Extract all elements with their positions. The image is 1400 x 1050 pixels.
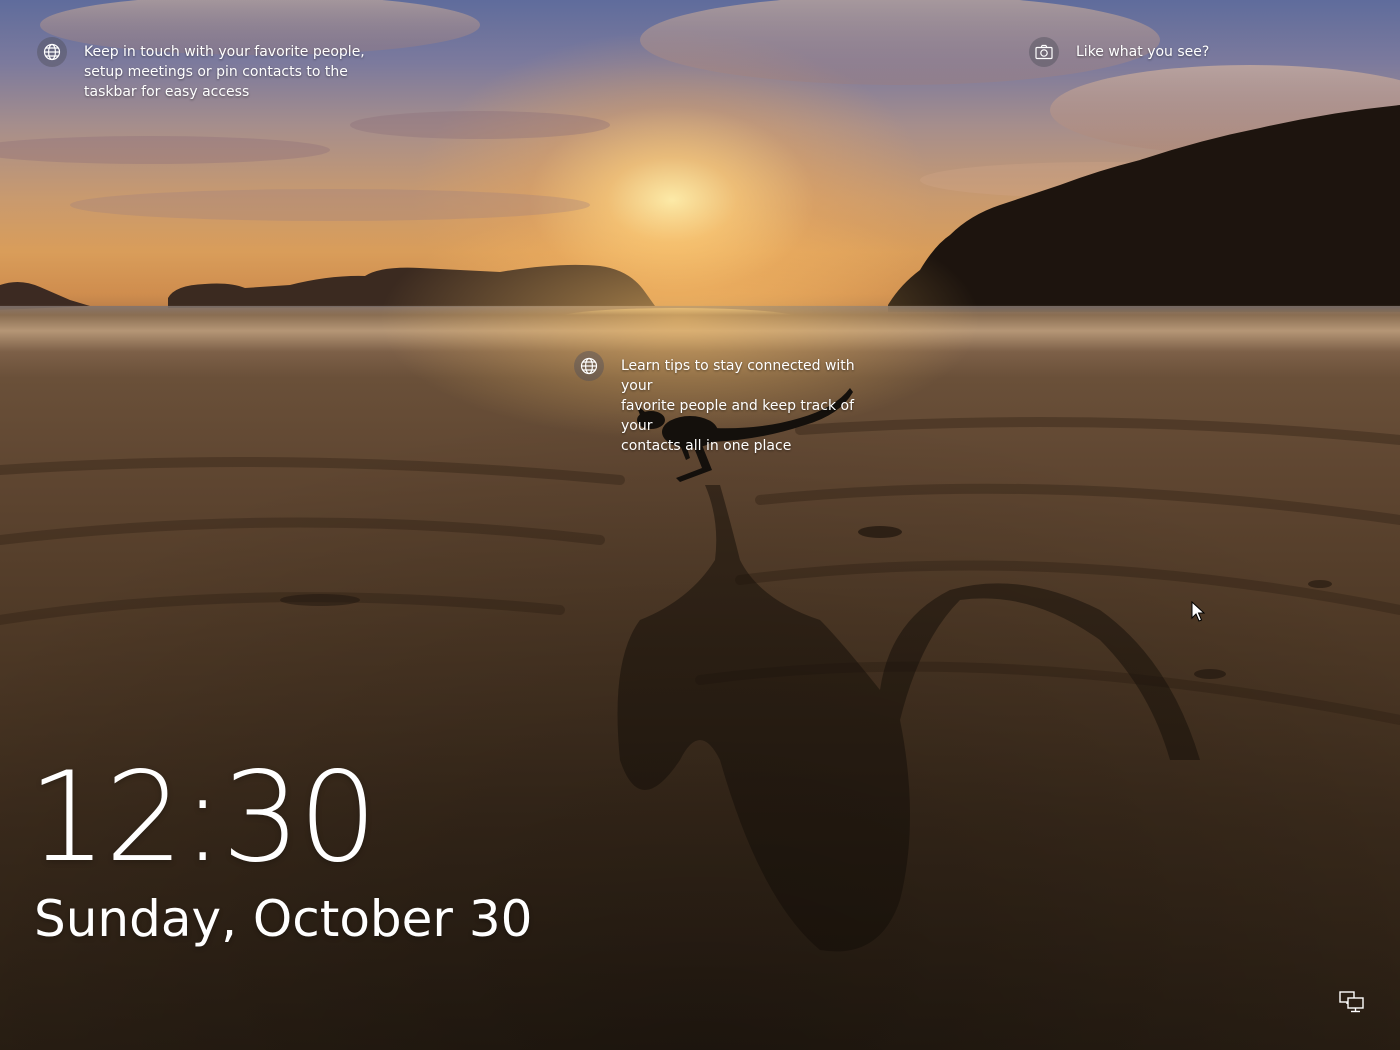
mouse-cursor-icon — [1191, 601, 1205, 622]
camera-icon — [1029, 37, 1059, 67]
spotlight-tip-people[interactable]: Keep in touch with your favorite people,… — [37, 37, 367, 102]
lock-screen-date: Sunday, October 30 — [34, 890, 533, 948]
spotlight-tip-contacts-text: Learn tips to stay connected with your f… — [621, 358, 855, 454]
network-wired-icon — [1339, 991, 1364, 1013]
globe-icon — [37, 37, 67, 67]
lock-screen[interactable]: Keep in touch with your favorite people,… — [0, 0, 1400, 1050]
like-what-you-see-label: Like what you see? — [1076, 44, 1210, 60]
spotlight-tip-contacts[interactable]: Learn tips to stay connected with your f… — [574, 351, 874, 456]
network-status-button[interactable] — [1336, 988, 1368, 1016]
like-what-you-see-button[interactable]: Like what you see? — [1029, 37, 1249, 67]
globe-icon — [574, 351, 604, 381]
spotlight-tip-people-text: Keep in touch with your favorite people,… — [84, 44, 365, 100]
lock-screen-time: 12:30 — [28, 746, 377, 890]
